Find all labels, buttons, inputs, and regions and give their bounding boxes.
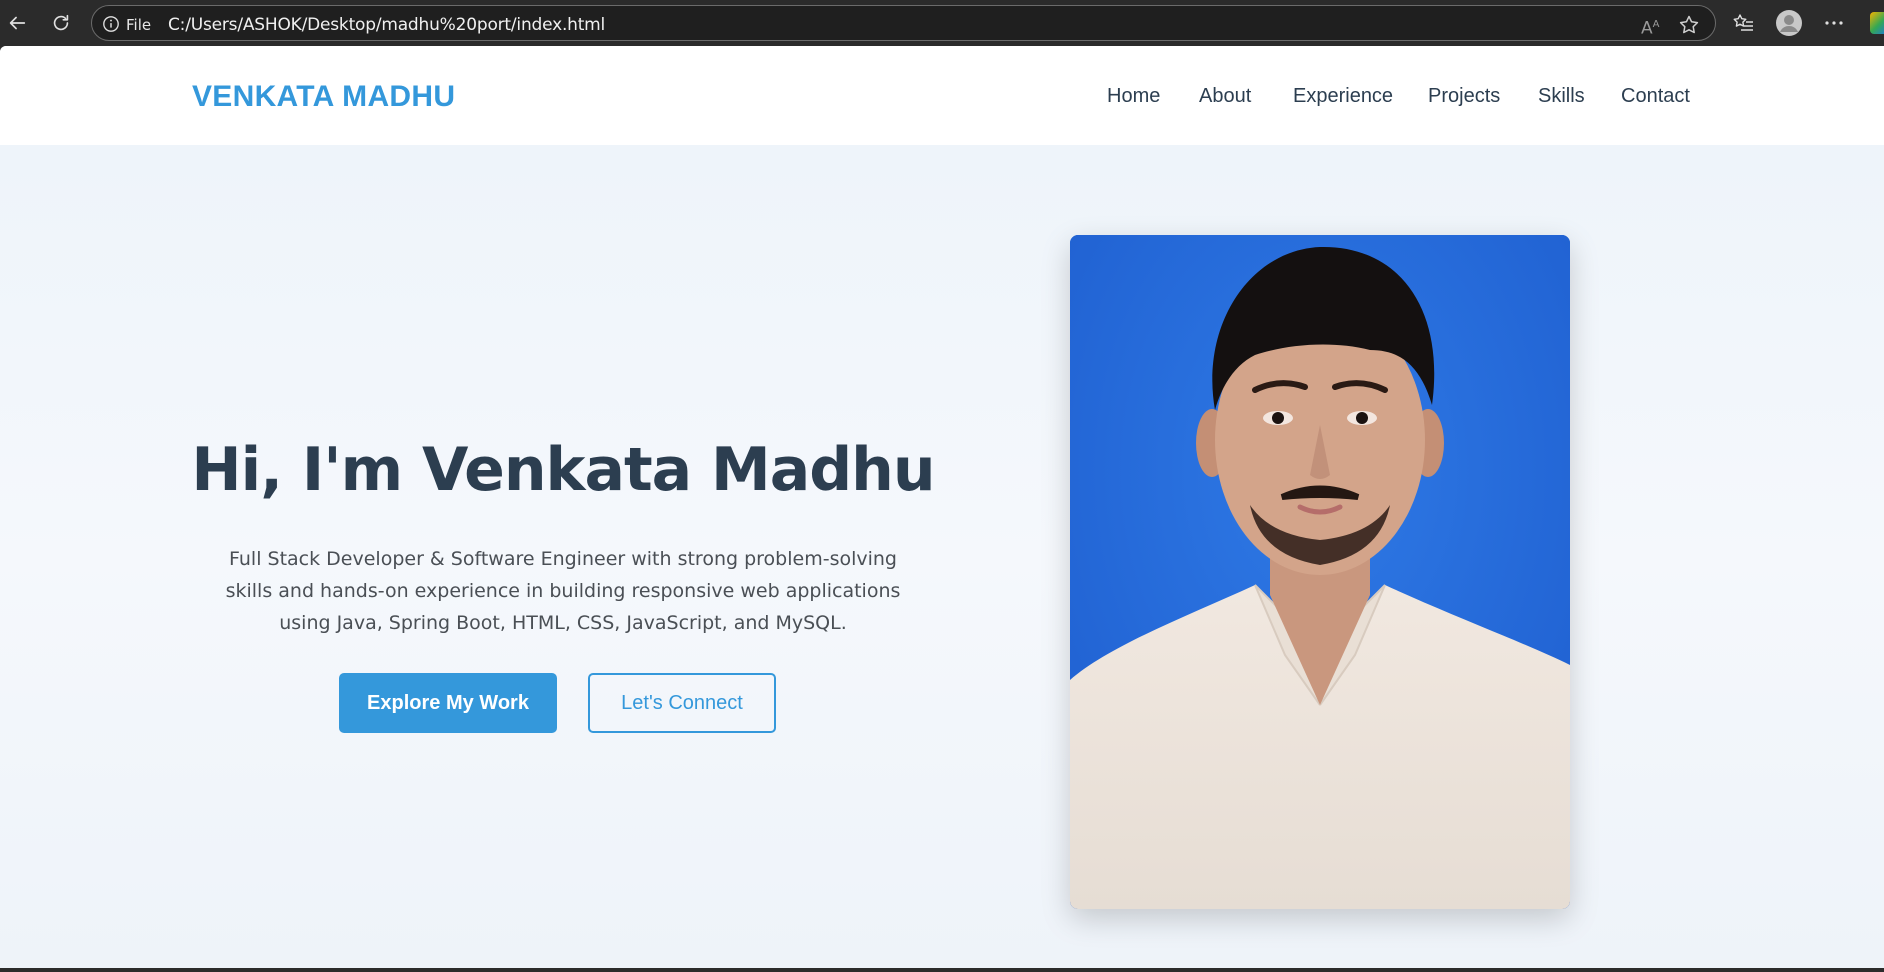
copilot-icon[interactable] <box>1870 12 1884 34</box>
browser-toolbar: File C:/Users/ASHOK/Desktop/madhu%20port… <box>0 0 1884 46</box>
address-bar[interactable]: File C:/Users/ASHOK/Desktop/madhu%20port… <box>91 5 1716 41</box>
file-label: File <box>126 16 152 34</box>
explore-work-button[interactable]: Explore My Work <box>339 673 557 733</box>
info-icon[interactable] <box>102 15 120 33</box>
nav-link-about[interactable]: About <box>1199 85 1251 108</box>
hero-description: Full Stack Developer & Software Engineer… <box>225 548 901 634</box>
nav-link-contact[interactable]: Contact <box>1621 85 1690 108</box>
profile-photo <box>1070 235 1570 909</box>
profile-avatar-icon[interactable] <box>1775 9 1803 37</box>
nav-link-home[interactable]: Home <box>1107 85 1160 108</box>
read-aloud-sup: A <box>1652 19 1660 30</box>
favorites-list-icon[interactable] <box>1730 9 1758 37</box>
favorite-star-icon[interactable] <box>1677 13 1701 37</box>
hero-section: Hi, I'm Venkata Madhu Full Stack Develop… <box>0 145 1884 968</box>
site-navbar: VENKATA MADHU Home About Experience Proj… <box>0 46 1884 145</box>
nav-link-experience[interactable]: Experience <box>1293 85 1393 108</box>
hero-title: Hi, I'm Venkata Madhu <box>191 435 935 505</box>
back-icon[interactable] <box>2 8 32 38</box>
nav-link-skills[interactable]: Skills <box>1538 85 1585 108</box>
more-options-icon[interactable] <box>1820 9 1848 37</box>
nav-link-projects[interactable]: Projects <box>1428 85 1500 108</box>
connect-button[interactable]: Let's Connect <box>588 673 776 733</box>
page-viewport: VENKATA MADHU Home About Experience Proj… <box>0 46 1884 968</box>
read-aloud-letter: A <box>1641 18 1653 39</box>
read-aloud-icon[interactable]: AA <box>1641 14 1663 39</box>
brand-logo[interactable]: VENKATA MADHU <box>192 80 455 114</box>
refresh-icon[interactable] <box>46 8 76 38</box>
url-text[interactable]: C:/Users/ASHOK/Desktop/madhu%20port/inde… <box>168 15 605 35</box>
